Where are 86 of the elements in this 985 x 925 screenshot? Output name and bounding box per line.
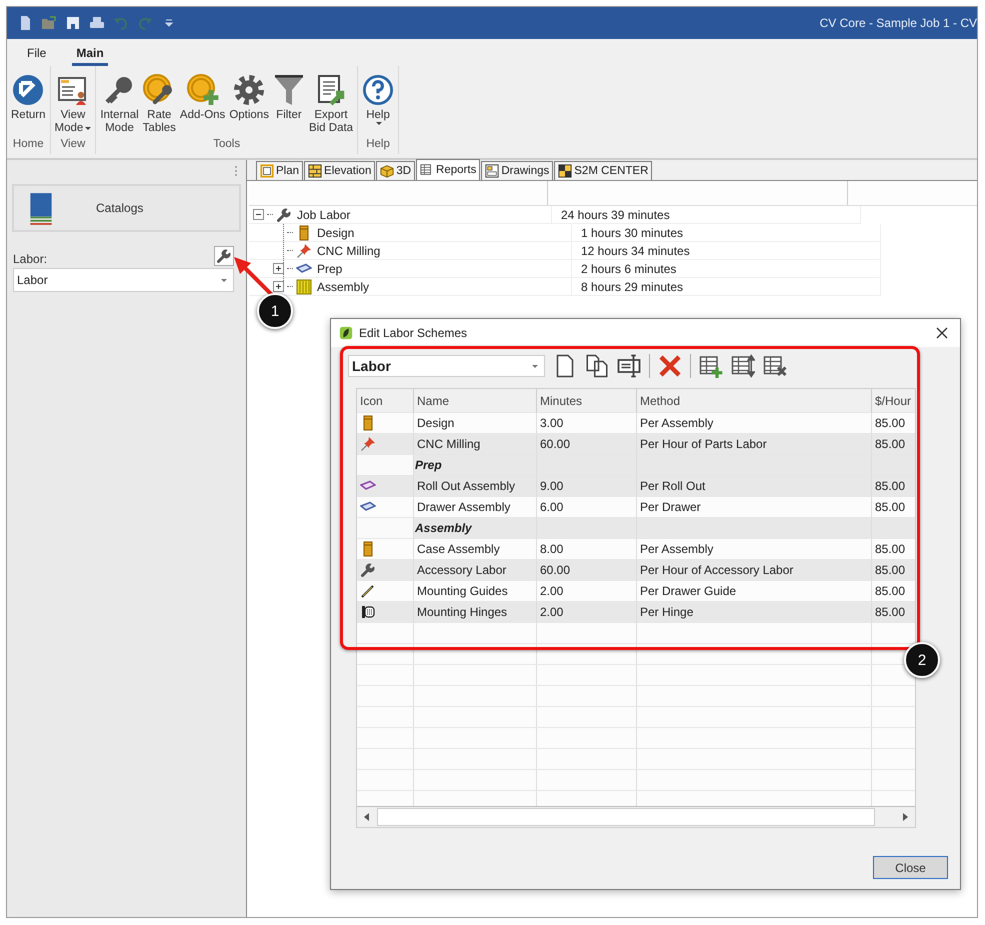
table-delete-icon[interactable]: [763, 354, 787, 378]
time-text: 2 hours 6 minutes: [581, 262, 676, 276]
pushpin-icon: [360, 436, 376, 452]
cube-icon: [380, 164, 394, 178]
table-row[interactable]: Drawer Assembly 6.00 Per Drawer 85.00: [357, 497, 915, 518]
table-row[interactable]: Design 3.00 Per Assembly 85.00: [357, 413, 915, 434]
time-text: 8 hours 29 minutes: [581, 280, 684, 294]
table-row[interactable]: Mounting Guides 2.00 Per Drawer Guide 85.00: [357, 581, 915, 602]
arrow-circle-icon: [12, 74, 44, 106]
ribbon-button[interactable]: Options: [227, 70, 271, 138]
app-icon: [339, 326, 353, 340]
ribbon-button[interactable]: Internal Mode: [98, 70, 141, 138]
group-row[interactable]: Assembly: [357, 518, 915, 539]
print-icon[interactable]: [89, 15, 105, 31]
tree-item[interactable]: Assembly: [315, 280, 372, 294]
square-icon: [260, 164, 274, 178]
horizontal-scrollbar[interactable]: [357, 806, 915, 827]
tree-item[interactable]: Job Labor: [295, 208, 352, 222]
table-move-icon[interactable]: [731, 354, 755, 378]
scheme-select[interactable]: Labor: [348, 355, 545, 377]
wrench-icon: [216, 248, 232, 264]
drawing-sheet-icon: [485, 164, 500, 178]
wrench-icon: [276, 206, 292, 222]
table-row[interactable]: Mounting Hinges 2.00 Per Hinge 85.00: [357, 602, 915, 623]
close-icon[interactable]: [936, 327, 948, 339]
group-label: Help: [366, 138, 390, 152]
scroll-left-icon[interactable]: [363, 813, 371, 821]
collapse-toggle[interactable]: [253, 209, 264, 220]
time-text: 24 hours 39 minutes: [561, 208, 670, 222]
filter-icon: [272, 74, 305, 106]
tree-item[interactable]: CNC Milling: [315, 244, 382, 258]
rename-icon[interactable]: [617, 354, 641, 378]
grip-icon[interactable]: [234, 165, 238, 177]
group-label: Tools: [213, 138, 240, 152]
time-text: 12 hours 34 minutes: [581, 244, 690, 258]
window-title: CV Core - Sample Job 1 - CV: [820, 16, 977, 30]
pushpin-icon: [296, 242, 312, 258]
table-row[interactable]: Roll Out Assembly 9.00 Per Roll Out 85.00: [357, 476, 915, 497]
guide-rail-icon: [360, 583, 376, 599]
help-icon: [362, 74, 394, 106]
delete-icon[interactable]: [658, 354, 682, 378]
close-button[interactable]: Close: [873, 856, 948, 879]
group-label: Home: [12, 138, 44, 152]
copy-icon[interactable]: [585, 354, 609, 378]
window-icon: [56, 74, 89, 106]
table-row[interactable]: Case Assembly 8.00 Per Assembly 85.00: [357, 539, 915, 560]
save-icon[interactable]: [65, 15, 81, 31]
document-arrow-icon: [315, 74, 347, 106]
view-tab[interactable]: Reports: [416, 159, 480, 180]
view-tab[interactable]: S2M CENTER: [554, 161, 652, 180]
time-text: 1 hours 30 minutes: [581, 226, 684, 240]
ribbon-button[interactable]: Help: [360, 70, 396, 138]
wood-panel-icon: [296, 278, 312, 294]
checker-icon: [558, 164, 572, 178]
ribbon-button[interactable]: Export Bid Data: [306, 70, 356, 138]
tree-item[interactable]: Design: [315, 226, 356, 240]
expand-toggle[interactable]: [273, 281, 284, 292]
view-tab[interactable]: Plan: [256, 161, 304, 180]
ribbon-button[interactable]: Add-Ons: [178, 70, 228, 138]
dialog-title: Edit Labor Schemes: [359, 326, 468, 340]
expand-toggle[interactable]: [273, 263, 284, 274]
tree-item[interactable]: Prep: [315, 262, 344, 276]
ribbon-button[interactable]: Filter: [270, 70, 307, 138]
grid-icon: [308, 164, 322, 178]
ribbon-button[interactable]: Rate Tables: [140, 70, 178, 138]
labor-select[interactable]: Labor: [13, 268, 234, 292]
ribbon-tab[interactable]: Main: [72, 46, 108, 66]
group-row[interactable]: Prep: [357, 455, 915, 476]
table-row[interactable]: Accessory Labor 60.00 Per Hour of Accessory Labor 85.00: [357, 560, 915, 581]
view-tab[interactable]: Elevation: [304, 161, 376, 180]
settings-icon: [233, 74, 266, 106]
view-tab[interactable]: 3D: [376, 161, 416, 180]
group-label: View: [60, 138, 86, 152]
scroll-right-icon[interactable]: [901, 813, 909, 821]
coin-plus-icon: [186, 74, 219, 106]
wrench-icon: [360, 562, 376, 578]
catalogs-button[interactable]: Catalogs: [12, 184, 241, 232]
edit-labor-button[interactable]: [214, 246, 234, 266]
table-row[interactable]: CNC Milling 60.00 Per Hour of Parts Labor 85.00: [357, 434, 915, 455]
labor-label: Labor:: [13, 252, 48, 266]
ribbon-tab[interactable]: File: [23, 46, 50, 66]
ribbon-button[interactable]: View Mode: [52, 70, 94, 138]
ribbon-button[interactable]: Return: [9, 70, 48, 138]
view-tab[interactable]: Drawings: [481, 161, 554, 180]
table-add-icon[interactable]: [699, 354, 723, 378]
hinge-icon: [360, 604, 376, 620]
